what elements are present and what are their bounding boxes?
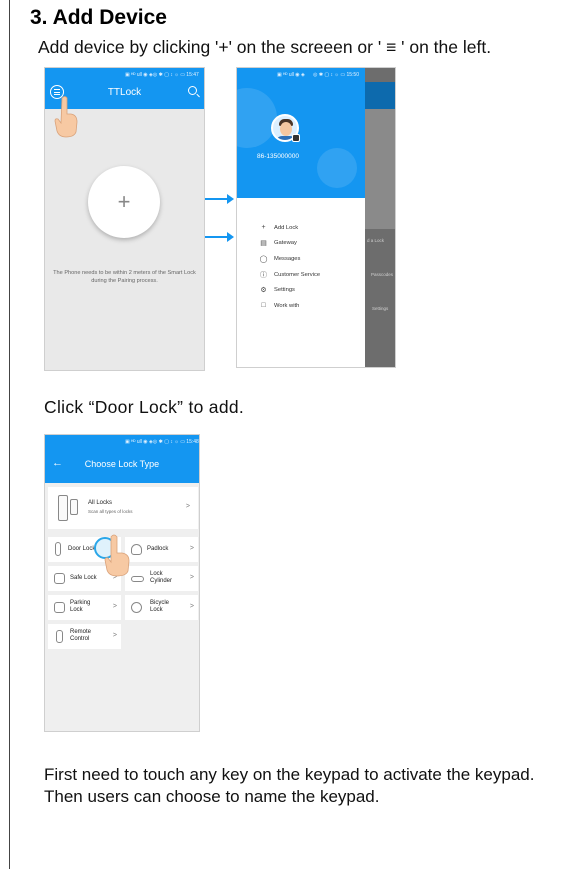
padlock-icon (131, 544, 142, 555)
parking-lock-icon (54, 602, 65, 613)
bicycle-lock-icon (131, 602, 142, 613)
arrow-icon (205, 232, 234, 242)
chevron-right-icon: > (189, 574, 194, 581)
edit-icon[interactable] (292, 134, 300, 142)
chevron-right-icon: > (189, 603, 194, 610)
door-lock-icon (55, 542, 61, 556)
status-bar: ▣ ᴴᴰ ull ◉ ◈ ◎ ✱ ▢ ↕ ☼ ▭ 15:47 (125, 72, 199, 78)
padlock-option[interactable]: Padlock > (125, 537, 198, 562)
remote-icon (56, 630, 63, 643)
arrow-icon (205, 194, 234, 204)
message-icon: ◯ (259, 255, 268, 263)
all-locks-option[interactable]: All Locks Scan all types of locks > (48, 487, 198, 529)
background-app-bar (365, 82, 395, 109)
keypad-instruction: First need to touch any key on the keypa… (44, 765, 535, 806)
bookmark-icon: □ (261, 302, 266, 310)
cylinder-icon (131, 576, 144, 582)
chevron-right-icon: > (112, 632, 117, 639)
tapping-hand-icon (54, 96, 78, 138)
menu-item-work-with[interactable]: □ Work with (237, 298, 365, 314)
gateway-icon: ▤ (260, 240, 267, 248)
status-bar: ▣ ᴴᴰ ull ◉ ◈ ◎ ✱ ▢ ↕ ☼ ▭ 15:48 (125, 439, 199, 445)
background-text: Settings (372, 306, 389, 311)
chevron-right-icon: > (112, 603, 117, 610)
menu-item-customer-service[interactable]: ⓘ Customer Service (237, 267, 365, 283)
account-number: 86-135000000 (257, 153, 299, 160)
chevron-right-icon: > (185, 503, 190, 510)
lock-type-app-bar: ▣ ᴴᴰ ull ◉ ◈ ◎ ✱ ▢ ↕ ☼ ▭ 15:48 ← Choose … (45, 435, 199, 483)
drawer-screen-screenshot: d a Lock Passcodes Settings ▣ ᴴᴰ ull ◉ ◈… (236, 67, 396, 368)
bicycle-lock-option[interactable]: Bicycle Lock > (125, 595, 198, 620)
plus-icon: + (261, 224, 266, 232)
search-icon[interactable] (188, 86, 197, 95)
decoration (317, 148, 357, 188)
background-text: Passcodes (371, 272, 394, 277)
door-lock-instruction: Click “Door Lock” to add. (44, 397, 245, 417)
choose-lock-type-screenshot: ▣ ᴴᴰ ull ◉ ◈ ◎ ✱ ▢ ↕ ☼ ▭ 15:48 ← Choose … (44, 434, 200, 732)
remote-control-option[interactable]: Remote Control > (48, 624, 121, 649)
keypad-lock-icon (70, 499, 78, 515)
background-text: d a Lock (367, 238, 385, 243)
menu-item-add-lock[interactable]: + Add Lock (237, 220, 365, 236)
plus-icon: + (117, 189, 131, 214)
safe-icon (54, 573, 65, 584)
add-lock-button[interactable]: + (88, 166, 160, 238)
drawer-menu: + Add Lock ▤ Gateway ◯ Messages ⓘ Custom… (237, 198, 365, 367)
menu-item-gateway[interactable]: ▤ Gateway (237, 236, 365, 252)
add-device-instruction: Add device by clicking '+' on the screee… (38, 37, 492, 57)
lock-cylinder-option[interactable]: Lock Cylinder > (125, 566, 198, 591)
menu-item-settings[interactable]: ⚙ Settings (237, 282, 365, 298)
parking-lock-option[interactable]: Parking Lock > (48, 595, 121, 620)
pairing-note: The Phone needs to be within 2 meters of… (53, 270, 196, 284)
menu-item-messages[interactable]: ◯ Messages (237, 251, 365, 267)
chevron-right-icon: > (189, 545, 194, 552)
background-panel (365, 109, 395, 229)
screen-title: Choose Lock Type (84, 459, 160, 469)
section-heading: 3. Add Device (30, 6, 167, 29)
keypad-lock-icon (58, 495, 68, 521)
gear-icon: ⚙ (260, 287, 267, 295)
status-bar: ▣ ᴴᴰ ull ◉ ◈ ◎ ✱ ▢ ↕ ☼ ▭ 15:50 (277, 72, 359, 78)
home-screen-screenshot: ▣ ᴴᴰ ull ◉ ◈ ◎ ✱ ▢ ↕ ☼ ▭ 15:47 TTLock + … (44, 67, 205, 371)
manual-page: 3. Add Device Add device by clicking '+'… (0, 0, 575, 869)
margin-rule (9, 0, 10, 869)
decoration (237, 88, 277, 148)
info-icon: ⓘ (260, 271, 267, 279)
drawer-header: ▣ ᴴᴰ ull ◉ ◈ ◎ ✱ ▢ ↕ ☼ ▭ 15:50 86-135000… (237, 68, 365, 198)
tapping-hand-icon (104, 534, 130, 577)
